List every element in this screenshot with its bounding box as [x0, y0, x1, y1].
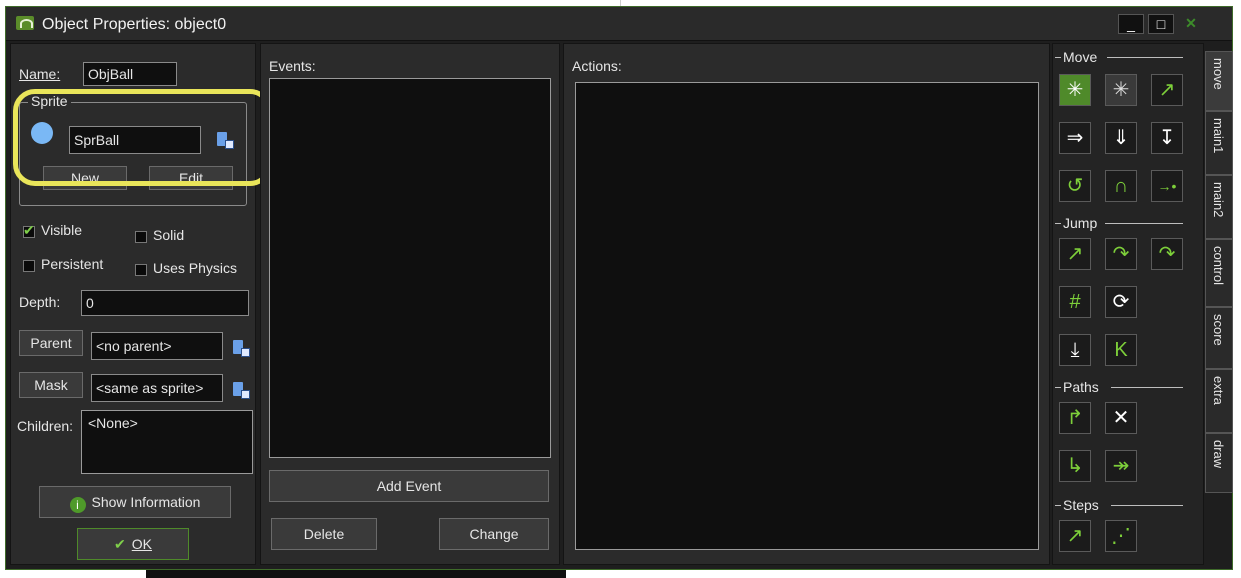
tab-score-label: score — [1211, 314, 1226, 346]
end-path-icon[interactable]: ✕ — [1105, 402, 1137, 434]
group-divider — [1111, 387, 1183, 388]
reverse-vertical-icon[interactable]: ∩ — [1105, 170, 1137, 202]
add-event-button[interactable]: Add Event — [269, 470, 549, 502]
parent-button[interactable]: Parent — [19, 330, 83, 356]
tab-main1-label: main1 — [1211, 118, 1226, 154]
tab-extra-label: extra — [1211, 376, 1226, 405]
object-properties-window: Object Properties: object0 _ □ ✕ Name: O… — [5, 6, 1233, 570]
solid-label: Solid — [153, 227, 185, 243]
minimize-button[interactable]: _ — [1118, 14, 1144, 34]
align-to-grid-icon[interactable]: # — [1059, 286, 1091, 318]
check-icon: ✔ — [114, 536, 126, 552]
tab-main2-label: main2 — [1211, 182, 1226, 218]
jump-to-random-icon[interactable]: ↷ — [1151, 238, 1183, 270]
path-position-icon[interactable]: ↳ — [1059, 450, 1091, 482]
tab-extra[interactable]: extra — [1205, 369, 1233, 433]
reverse-horizontal-icon[interactable]: ↺ — [1059, 170, 1091, 202]
info-icon: i — [69, 497, 86, 513]
tab-draw[interactable]: draw — [1205, 433, 1233, 493]
actions-label: Actions: — [572, 58, 622, 74]
title-bar[interactable]: Object Properties: object0 _ □ ✕ — [6, 7, 1232, 41]
jump-to-start-icon[interactable]: ↷ — [1105, 238, 1137, 270]
depth-label: Depth: — [19, 294, 61, 310]
group-divider — [1111, 505, 1183, 506]
uses-physics-checkbox[interactable] — [135, 264, 147, 276]
change-button[interactable]: Change — [439, 518, 549, 550]
tab-control-label: control — [1211, 246, 1226, 286]
move-fixed-icon[interactable]: ✳ — [1059, 74, 1091, 106]
events-list[interactable] — [269, 78, 551, 458]
ok-label: OK — [131, 536, 152, 552]
speed-horizontal-icon[interactable]: ⇒ — [1059, 122, 1091, 154]
show-information-button[interactable]: i Show Information — [39, 486, 231, 518]
tab-draw-label: draw — [1211, 440, 1226, 469]
events-label: Events: — [269, 58, 316, 74]
group-paths-label: Paths — [1063, 379, 1099, 395]
tab-main1[interactable]: main1 — [1205, 111, 1233, 175]
group-divider — [1055, 57, 1061, 58]
events-panel: Events: Add Event Delete Change — [260, 43, 560, 565]
set-friction-icon[interactable]: →• — [1151, 170, 1183, 202]
actions-panel: Actions: — [563, 43, 1050, 565]
persistent-checkbox[interactable] — [23, 260, 35, 272]
visible-label: Visible — [41, 222, 82, 238]
group-divider — [1055, 505, 1061, 506]
move-free-icon[interactable]: ✳ — [1105, 74, 1137, 106]
set-path-icon[interactable]: ↱ — [1059, 402, 1091, 434]
speed-vertical-icon[interactable]: ⇓ — [1105, 122, 1137, 154]
group-steps-label: Steps — [1063, 497, 1099, 513]
delete-button[interactable]: Delete — [271, 518, 377, 550]
group-divider — [1105, 223, 1183, 224]
show-information-label: Show Information — [91, 494, 201, 510]
set-gravity-icon[interactable]: ↧ — [1151, 122, 1183, 154]
group-divider — [1055, 387, 1061, 388]
maximize-button[interactable]: □ — [1148, 14, 1174, 34]
ok-button[interactable]: ✔ OK — [77, 528, 189, 560]
group-divider — [1107, 57, 1183, 58]
name-label: Name: — [19, 66, 61, 82]
move-towards-icon[interactable]: ↗ — [1151, 74, 1183, 106]
tab-move-label: move — [1211, 58, 1226, 90]
mask-button[interactable]: Mask — [19, 372, 83, 398]
group-divider — [1055, 223, 1061, 224]
jump-to-position-icon[interactable]: ↗ — [1059, 238, 1091, 270]
sprite-highlight-annotation — [13, 89, 272, 186]
group-jump-label: Jump — [1063, 215, 1098, 231]
gamemaker-logo-icon — [16, 16, 34, 30]
name-input[interactable]: ObjBall — [83, 62, 177, 86]
persistent-label: Persistent — [41, 256, 104, 272]
wrap-screen-icon[interactable]: ⟳ — [1105, 286, 1137, 318]
tab-control[interactable]: control — [1205, 239, 1233, 307]
bounce-icon[interactable]: K — [1105, 334, 1137, 366]
mask-input[interactable]: <same as sprite> — [91, 374, 223, 402]
step-avoiding-icon[interactable]: ⋰ — [1105, 520, 1137, 552]
depth-input[interactable]: 0 — [81, 290, 249, 316]
step-towards-icon[interactable]: ↗ — [1059, 520, 1091, 552]
solid-checkbox[interactable] — [135, 231, 147, 243]
window-title: Object Properties: object0 — [42, 16, 227, 33]
actions-toolbox: Move ✳ ✳ ↗ ⇒ ⇓ ↧ ↺ ∩ →• Jump ↗ ↷ ↷ # ⟳ ⤓… — [1052, 43, 1204, 565]
tab-move[interactable]: move — [1205, 51, 1233, 111]
group-move-label: Move — [1063, 49, 1098, 65]
close-button[interactable]: ✕ — [1178, 14, 1204, 34]
tab-main2[interactable]: main2 — [1205, 175, 1233, 239]
parent-input[interactable]: <no parent> — [91, 332, 223, 360]
uses-physics-label: Uses Physics — [153, 260, 238, 276]
visible-checkbox[interactable] — [23, 222, 35, 239]
children-item: <None> — [88, 415, 138, 431]
actions-list[interactable] — [575, 82, 1039, 550]
tab-score[interactable]: score — [1205, 307, 1233, 369]
move-to-contact-icon[interactable]: ⤓ — [1059, 334, 1091, 366]
mask-select-icon[interactable] — [233, 382, 250, 399]
parent-select-icon[interactable] — [233, 340, 250, 357]
children-list[interactable]: <None> — [81, 410, 253, 474]
children-label: Children: — [17, 418, 74, 434]
path-speed-icon[interactable]: ↠ — [1105, 450, 1137, 482]
